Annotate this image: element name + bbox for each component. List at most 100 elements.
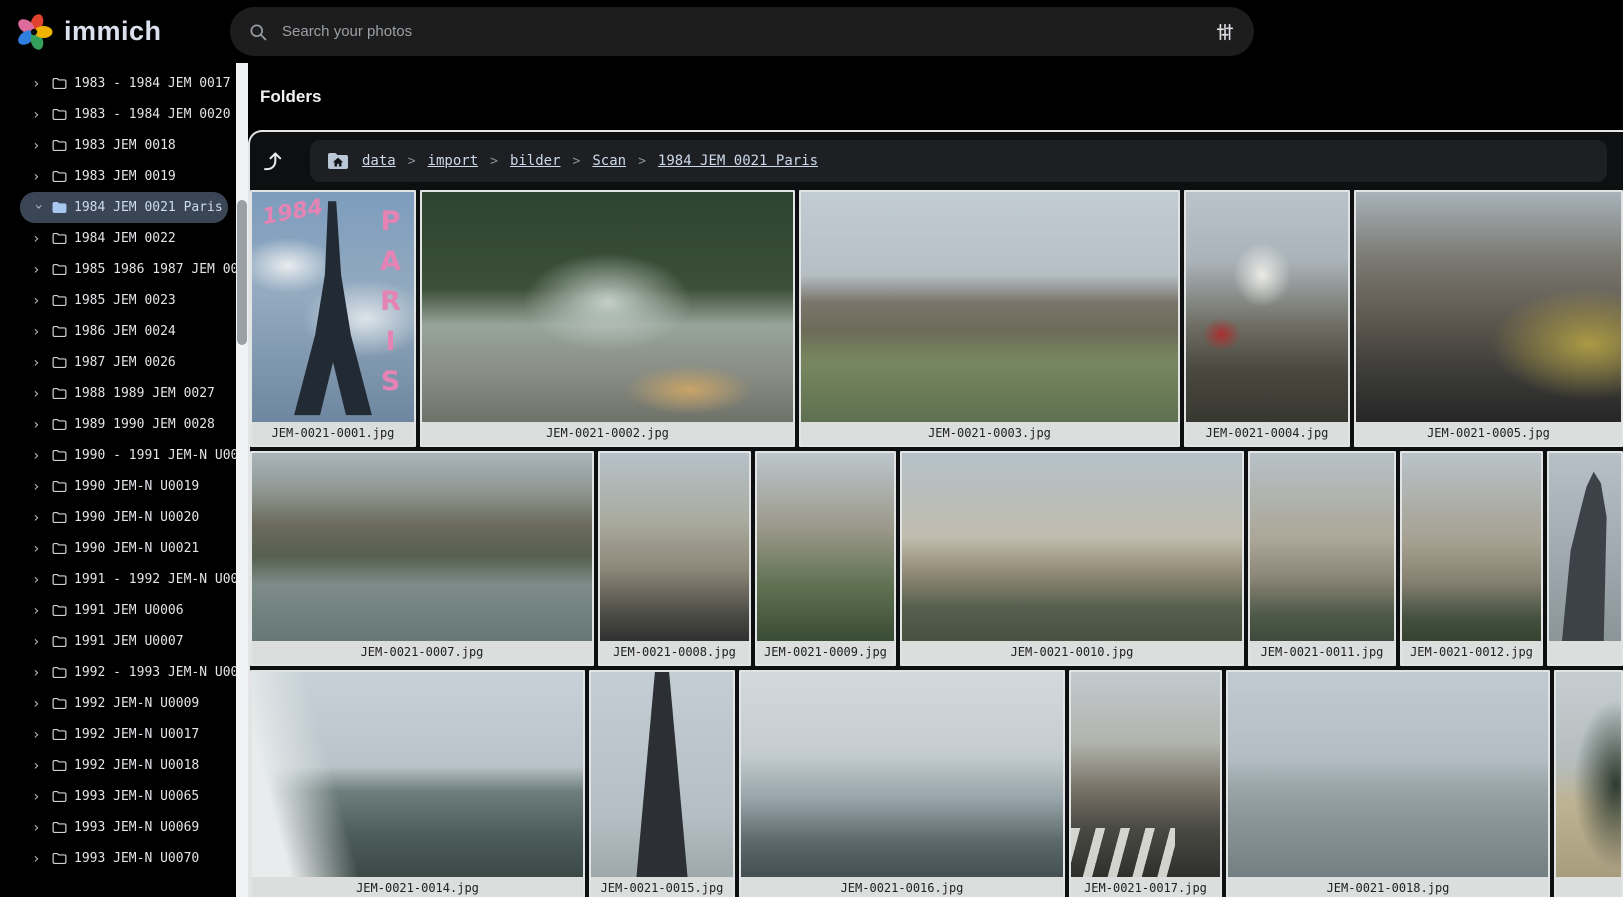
tree-expand-chevron-icon[interactable]: › — [32, 821, 45, 835]
tree-expand-chevron-icon[interactable]: › — [32, 790, 45, 804]
photo-tile-jem-0021-0012[interactable]: JEM-0021-0012.jpg — [1400, 451, 1543, 666]
sidebar-item-1983-1984-jem-0017[interactable]: › 1983 - 1984 JEM 0017 — [0, 68, 236, 99]
sidebar-item-1990-jem-n-u0019[interactable]: › 1990 JEM-N U0019 — [0, 471, 236, 502]
search-bar[interactable] — [230, 7, 1254, 56]
tree-expand-chevron-icon[interactable]: › — [32, 325, 45, 339]
tree-expand-chevron-icon[interactable]: › — [32, 170, 45, 184]
tree-expand-chevron-icon[interactable]: › — [32, 604, 45, 618]
tree-expand-chevron-icon[interactable]: › — [32, 294, 45, 308]
photo-filename: JEM-0021-0017.jpg — [1071, 877, 1220, 897]
photo-tile-jem-0021-0005[interactable]: JEM-0021-0005.jpg — [1354, 190, 1623, 447]
photo-tile-jem-0021-0008[interactable]: JEM-0021-0008.jpg — [598, 451, 751, 666]
sidebar-item-1990-1991-jem-n-u00[interactable]: › 1990 - 1991 JEM-N U00 — [0, 440, 236, 471]
photo-tile-jem-0021-0003[interactable]: JEM-0021-0003.jpg — [799, 190, 1180, 447]
sidebar-scrollbar[interactable] — [236, 63, 248, 897]
photo-tile-jem-0021-0009[interactable]: JEM-0021-0009.jpg — [755, 451, 896, 666]
tree-expand-chevron-icon[interactable]: › — [32, 387, 45, 401]
sidebar-item-1987-jem-0026[interactable]: › 1987 JEM 0026 — [0, 347, 236, 378]
folder-icon — [51, 726, 68, 743]
tree-expand-chevron-icon[interactable]: › — [32, 666, 45, 680]
tree-expand-chevron-icon[interactable]: › — [32, 759, 45, 773]
photo-filename: JEM-0021-0010.jpg — [902, 641, 1242, 664]
sidebar-item-1993-jem-n-u0069[interactable]: › 1993 JEM-N U0069 — [0, 812, 236, 843]
tree-expand-chevron-icon[interactable]: › — [32, 573, 45, 587]
sidebar-item-1984-jem-0021-paris[interactable]: › 1984 JEM 0021 Paris — [20, 192, 228, 223]
tree-expand-chevron-icon[interactable]: › — [32, 697, 45, 711]
breadcrumb-segment-scan[interactable]: Scan — [592, 153, 626, 169]
sidebar-item-1991-jem-u0006[interactable]: › 1991 JEM U0006 — [0, 595, 236, 626]
photo-filename: JEM-0021-0016.jpg — [741, 877, 1063, 897]
tree-expand-chevron-icon[interactable]: › — [32, 852, 45, 866]
tree-expand-chevron-icon[interactable]: › — [32, 108, 45, 122]
sidebar-item-1989-1990-jem-0028[interactable]: › 1989 1990 JEM 0028 — [0, 409, 236, 440]
sidebar-item-1993-jem-n-u0065[interactable]: › 1993 JEM-N U0065 — [0, 781, 236, 812]
breadcrumb-segment-data[interactable]: data — [362, 153, 396, 169]
search-filters-button[interactable] — [1214, 21, 1236, 43]
tree-expand-chevron-icon[interactable]: › — [32, 480, 45, 494]
tree-expand-chevron-icon[interactable]: › — [32, 232, 45, 246]
photo-tile-jem-0021-0001[interactable]: 1984PARIS JEM-0021-0001.jpg — [250, 190, 416, 447]
tree-expand-chevron-icon[interactable]: › — [32, 511, 45, 525]
sidebar-item-1985-1986-1987-jem-00[interactable]: › 1985 1986 1987 JEM 00 — [0, 254, 236, 285]
photo-tile-partial[interactable] — [1547, 451, 1623, 666]
tree-expand-chevron-icon[interactable]: › — [32, 356, 45, 370]
tree-expand-chevron-icon[interactable]: › — [32, 728, 45, 742]
photo-tile-jem-0021-0002[interactable]: JEM-0021-0002.jpg — [420, 190, 795, 447]
sidebar-item-1983-jem-0019[interactable]: › 1983 JEM 0019 — [0, 161, 236, 192]
tree-expand-chevron-icon[interactable]: › — [32, 418, 45, 432]
folder-label: 1989 1990 JEM 0028 — [74, 417, 215, 432]
sidebar-item-1983-jem-0018[interactable]: › 1983 JEM 0018 — [0, 130, 236, 161]
photo-tile-jem-0021-0011[interactable]: JEM-0021-0011.jpg — [1248, 451, 1396, 666]
folder-icon — [51, 571, 68, 588]
sidebar-item-1991-jem-u0007[interactable]: › 1991 JEM U0007 — [0, 626, 236, 657]
tree-expand-chevron-icon[interactable]: › — [32, 263, 45, 277]
folder-icon — [51, 478, 68, 495]
tree-expand-chevron-icon[interactable]: › — [32, 635, 45, 649]
breadcrumb-segment-1984-jem-0021-paris[interactable]: 1984 JEM 0021 Paris — [658, 153, 818, 169]
folder-label: 1985 1986 1987 JEM 00 — [74, 262, 236, 277]
photo-tile-jem-0021-0016[interactable]: JEM-0021-0016.jpg — [739, 670, 1065, 897]
go-up-button[interactable] — [258, 140, 300, 182]
search-input[interactable] — [282, 23, 1214, 40]
sidebar-item-1984-jem-0022[interactable]: › 1984 JEM 0022 — [0, 223, 236, 254]
folder-icon — [51, 602, 68, 619]
folder-icon — [51, 261, 68, 278]
immich-logo[interactable]: immich — [0, 12, 222, 52]
photo-tile-jem-0021-0007[interactable]: JEM-0021-0007.jpg — [250, 451, 594, 666]
sidebar-item-1990-jem-n-u0021[interactable]: › 1990 JEM-N U0021 — [0, 533, 236, 564]
sidebar-item-1985-jem-0023[interactable]: › 1985 JEM 0023 — [0, 285, 236, 316]
folder-icon — [51, 292, 68, 309]
breadcrumb-separator: > — [638, 154, 646, 169]
tree-expand-chevron-icon[interactable]: › — [32, 77, 45, 91]
folder-tree-sidebar: › 1983 - 1984 JEM 0017 › 1983 - 1984 JEM… — [0, 63, 236, 897]
folder-label: 1983 JEM 0019 — [74, 169, 176, 184]
sidebar-scrollbar-thumb[interactable] — [237, 200, 247, 345]
photo-tile-partial[interactable] — [1554, 670, 1623, 897]
sidebar-item-1991-1992-jem-n-u00[interactable]: › 1991 - 1992 JEM-N U00 — [0, 564, 236, 595]
tree-expand-chevron-icon[interactable]: › — [32, 139, 45, 153]
sidebar-item-1993-jem-n-u0070[interactable]: › 1993 JEM-N U0070 — [0, 843, 236, 874]
sidebar-item-1988-1989-jem-0027[interactable]: › 1988 1989 JEM 0027 — [0, 378, 236, 409]
tree-expand-chevron-icon[interactable]: › — [32, 449, 45, 463]
folder-icon — [51, 850, 68, 867]
breadcrumb-segment-import[interactable]: import — [428, 153, 479, 169]
sidebar-item-1992-jem-n-u0017[interactable]: › 1992 JEM-N U0017 — [0, 719, 236, 750]
sidebar-item-1992-1993-jem-n-u00[interactable]: › 1992 - 1993 JEM-N U00 — [0, 657, 236, 688]
photo-tile-jem-0021-0017[interactable]: JEM-0021-0017.jpg — [1069, 670, 1222, 897]
sidebar-item-1992-jem-n-u0018[interactable]: › 1992 JEM-N U0018 — [0, 750, 236, 781]
sidebar-item-1986-jem-0024[interactable]: › 1986 JEM 0024 — [0, 316, 236, 347]
tree-expand-chevron-icon[interactable]: › — [32, 202, 46, 215]
home-folder-icon[interactable] — [326, 149, 350, 173]
photo-tile-jem-0021-0004[interactable]: JEM-0021-0004.jpg — [1184, 190, 1350, 447]
photo-tile-jem-0021-0015[interactable]: JEM-0021-0015.jpg — [589, 670, 735, 897]
breadcrumb-segment-bilder[interactable]: bilder — [510, 153, 561, 169]
folder-label: 1984 JEM 0022 — [74, 231, 176, 246]
folder-label: 1983 JEM 0018 — [74, 138, 176, 153]
photo-tile-jem-0021-0014[interactable]: JEM-0021-0014.jpg — [250, 670, 585, 897]
photo-tile-jem-0021-0018[interactable]: JEM-0021-0018.jpg — [1226, 670, 1550, 897]
sidebar-item-1983-1984-jem-0020[interactable]: › 1983 - 1984 JEM 0020 — [0, 99, 236, 130]
sidebar-item-1992-jem-n-u0009[interactable]: › 1992 JEM-N U0009 — [0, 688, 236, 719]
sidebar-item-1990-jem-n-u0020[interactable]: › 1990 JEM-N U0020 — [0, 502, 236, 533]
tree-expand-chevron-icon[interactable]: › — [32, 542, 45, 556]
photo-tile-jem-0021-0010[interactable]: JEM-0021-0010.jpg — [900, 451, 1244, 666]
